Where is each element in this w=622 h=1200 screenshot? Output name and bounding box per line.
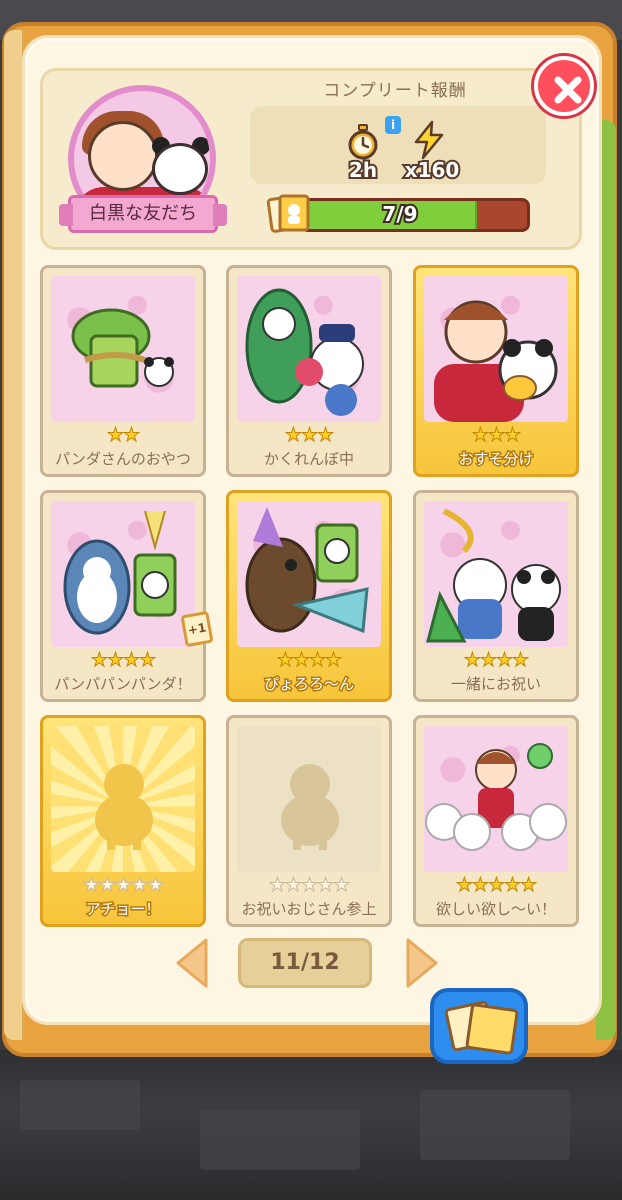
card-artwork xyxy=(51,276,195,422)
star-icon: ★ xyxy=(106,424,124,447)
star-icon: ★ xyxy=(487,874,505,897)
card-name: お祝いおじさん参上 xyxy=(241,900,377,918)
star-rating: ★★★ xyxy=(229,424,389,447)
star-icon: ★ xyxy=(512,649,530,672)
star-icon: ★ xyxy=(495,649,513,672)
card-slot[interactable]: ★★★ おすそ分け xyxy=(413,265,579,477)
reward-time: 2h xyxy=(347,156,379,184)
star-icon: ★ xyxy=(90,649,108,672)
card-artwork xyxy=(51,501,195,647)
star-icon: ★ xyxy=(333,874,351,897)
lightning-icon xyxy=(414,120,444,160)
card-name: 一緒にお祝い xyxy=(450,675,541,693)
star-icon: ★ xyxy=(455,874,473,897)
star-rating: ★★ xyxy=(43,424,203,447)
star-icon: ★ xyxy=(308,649,326,672)
reward-amount: x160 xyxy=(403,156,462,184)
card-name: かくれんぼ中 xyxy=(263,450,354,468)
star-icon: ★ xyxy=(300,424,318,447)
locked-card-silhouette xyxy=(51,726,195,872)
card-artwork xyxy=(237,501,381,647)
star-icon: ★ xyxy=(487,424,505,447)
star-icon: ★ xyxy=(471,424,489,447)
card-artwork xyxy=(424,726,568,872)
star-icon: ★ xyxy=(479,649,497,672)
page-indicator: 11/12 xyxy=(238,938,372,988)
card-name: 欲しい欲し～い！ xyxy=(435,900,556,918)
album-button[interactable] xyxy=(430,988,528,1064)
star-rating: ★★★★ xyxy=(43,649,203,672)
card-slot[interactable]: ★★★★★ 欲しい欲し～い！ xyxy=(413,715,579,927)
star-icon: ★ xyxy=(139,649,157,672)
progress-label: 7/9 xyxy=(380,200,419,228)
star-icon: ★ xyxy=(284,424,302,447)
card-name: おすそ分け xyxy=(457,449,535,470)
star-icon: ★ xyxy=(471,874,489,897)
star-icon: ★ xyxy=(504,874,522,897)
card-slot[interactable]: ★★★★★ アチョー！ xyxy=(40,715,206,927)
star-icon: ★ xyxy=(82,874,100,897)
star-rating: ★★★★★ xyxy=(229,874,389,897)
background-floor xyxy=(0,1050,622,1200)
star-icon: ★ xyxy=(504,424,522,447)
book-spine xyxy=(4,30,24,1040)
card-slot[interactable]: +1 ★★★★ パンパパンパンダ！ xyxy=(40,490,214,702)
duplicate-badge: +1 xyxy=(180,610,214,648)
card-slot[interactable]: ★★★ かくれんぼ中 xyxy=(226,265,392,477)
star-icon: ★ xyxy=(98,874,116,897)
star-icon: ★ xyxy=(268,874,286,897)
album-card-icon xyxy=(465,1002,519,1056)
close-button[interactable] xyxy=(534,56,594,116)
star-icon: ★ xyxy=(122,649,140,672)
star-rating: ★★★★ xyxy=(229,649,389,672)
star-icon: ★ xyxy=(325,649,343,672)
star-icon: ★ xyxy=(317,424,335,447)
star-icon: ★ xyxy=(463,649,481,672)
star-icon: ★ xyxy=(300,874,318,897)
star-icon: ★ xyxy=(122,424,140,447)
card-slot[interactable]: ★★★★★ お祝いおじさん参上 xyxy=(226,715,392,927)
star-icon: ★ xyxy=(114,874,132,897)
card-name: パンダさんのおやつ xyxy=(55,450,191,468)
close-icon xyxy=(554,76,582,104)
card-artwork xyxy=(237,276,381,422)
star-icon: ★ xyxy=(317,874,335,897)
card-artwork xyxy=(424,501,568,647)
star-icon: ★ xyxy=(284,874,302,897)
card-artwork xyxy=(424,276,568,422)
star-icon: ★ xyxy=(147,874,165,897)
card-name: ぴょろろ～ん xyxy=(262,674,355,695)
star-rating: ★★★ xyxy=(416,424,576,447)
star-icon: ★ xyxy=(131,874,149,897)
reward-heading: コンプリート報酬 xyxy=(323,81,467,101)
card-name: アチョー！ xyxy=(84,899,162,920)
star-icon: ★ xyxy=(292,649,310,672)
stopwatch-icon xyxy=(348,124,378,160)
card-slot[interactable]: ★★★★ ぴょろろ～ん xyxy=(226,490,392,702)
locked-card-silhouette xyxy=(237,726,381,872)
previous-page-button[interactable] xyxy=(172,936,212,990)
card-name: パンパパンパンダ！ xyxy=(54,675,192,693)
set-title: 白黒な友だち xyxy=(59,195,227,233)
next-page-button[interactable] xyxy=(402,936,442,990)
card-slot[interactable]: ★★ パンダさんのおやつ xyxy=(40,265,206,477)
star-rating: ★★★★★ xyxy=(416,874,576,897)
star-rating: ★★★★★ xyxy=(43,874,203,897)
card-slot[interactable]: ★★★★ 一緒にお祝い xyxy=(413,490,579,702)
info-icon[interactable]: i xyxy=(385,116,401,134)
star-icon: ★ xyxy=(276,649,294,672)
star-icon: ★ xyxy=(520,874,538,897)
star-rating: ★★★★ xyxy=(416,649,576,672)
star-icon: ★ xyxy=(106,649,124,672)
